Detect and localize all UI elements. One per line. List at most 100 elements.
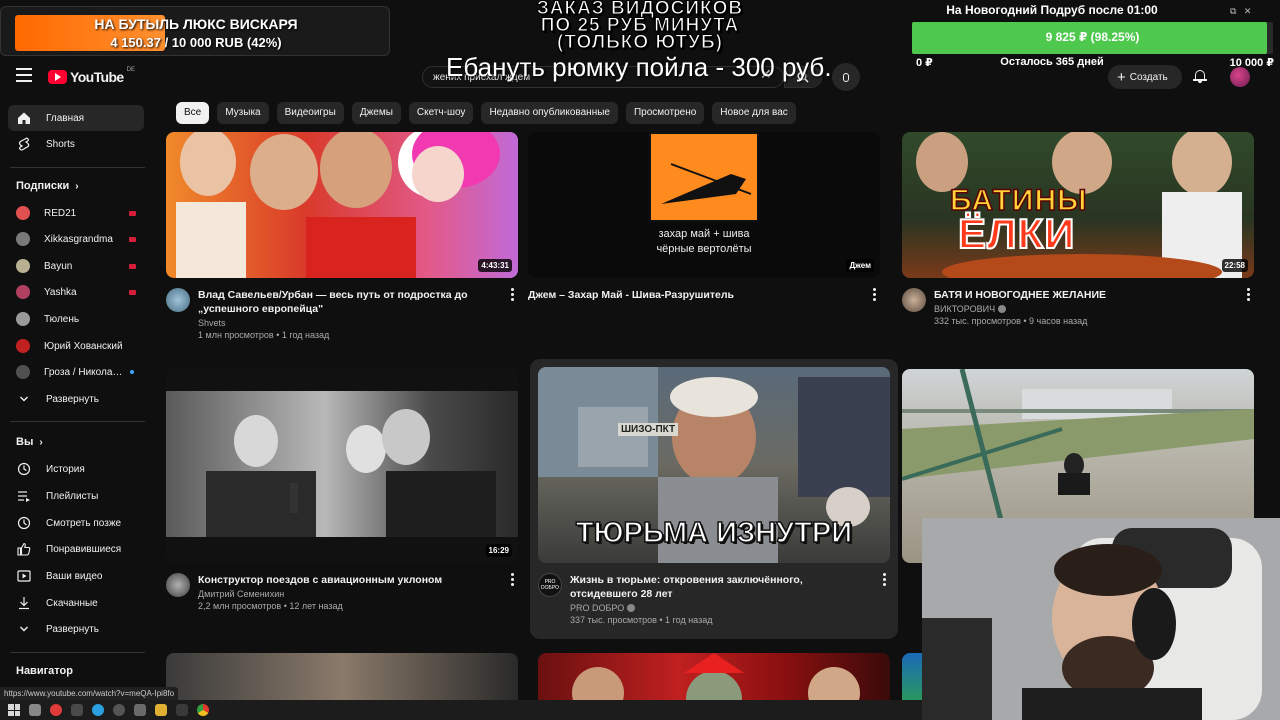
video-thumbnail[interactable]: БАТИНЫ ЁЛКИ 22:58: [902, 132, 1254, 278]
video-card[interactable]: захар май + шива чёрные вертолёты Джем Д…: [528, 132, 880, 302]
you-heading[interactable]: Вы ›: [16, 436, 43, 448]
video-card[interactable]: 4:43:31 Влад Савельев/Урбан — весь путь …: [166, 132, 518, 340]
sidebar-item-label: Юрий Хованский: [44, 340, 123, 352]
chip-new-to-you[interactable]: Новое для вас: [712, 102, 796, 124]
sidebar-item-history[interactable]: История: [8, 456, 144, 482]
navigator-title: Навигатор: [16, 665, 73, 677]
channel-name[interactable]: Дмитрий Семенихин: [198, 589, 518, 599]
video-card[interactable]: БАТИНЫ ЁЛКИ 22:58 БАТЯ И НОВОГОДНЕЕ ЖЕЛА…: [902, 132, 1254, 326]
link-status-url: https://www.youtube.com/watch?v=meQA-Ipi…: [0, 687, 179, 701]
video-title[interactable]: Конструктор поездов с авиационным уклоно…: [198, 573, 518, 587]
channel-avatar[interactable]: [166, 288, 190, 312]
sidebar-you-expand[interactable]: Развернуть: [8, 616, 144, 642]
sidebar-sub-khovansky[interactable]: Юрий Хованский: [8, 333, 144, 359]
video-thumbnail[interactable]: ШИЗО-ПКТ ТЮРЬМА ИЗНУТРИ: [538, 367, 890, 563]
channel-avatar[interactable]: [166, 573, 190, 597]
video-card[interactable]: ШИЗО-ПКТ ТЮРЬМА ИЗНУТРИ PRO DOБРО Жизнь …: [538, 367, 890, 625]
windows-start-icon[interactable]: [8, 704, 20, 716]
sidebar-item-label: Понравившиеся: [46, 543, 122, 555]
goal-progress-track: 9 825 ₽ (98.25%): [912, 22, 1273, 54]
sidebar-sub-yashka[interactable]: Yashka: [8, 279, 144, 305]
download-icon: [16, 595, 32, 611]
video-thumbnail-partial[interactable]: [538, 653, 890, 703]
duration-badge: 22:58: [1221, 259, 1248, 272]
sidebar-item-downloads[interactable]: Скачанные: [8, 590, 144, 616]
sidebar-sub-groza[interactable]: Гроза / Никола…: [8, 359, 144, 385]
menu-icon[interactable]: [16, 68, 32, 82]
sidebar-item-label: RED21: [44, 207, 77, 219]
sidebar-item-playlists[interactable]: Плейлисты: [8, 483, 144, 509]
sidebar-item-label: Развернуть: [46, 623, 100, 635]
goal-amount: 9 825 ₽ (98.25%): [1045, 30, 1140, 44]
sidebar-item-label: Ваши видео: [46, 570, 103, 582]
sidebar-sub-bayun[interactable]: Bayun: [8, 253, 144, 279]
sidebar-item-home[interactable]: Главная: [8, 105, 144, 131]
goal-time-left: Осталось 365 дней: [1000, 56, 1104, 68]
sidebar-item-label: Гроза / Никола…: [44, 366, 123, 378]
video-thumbnail[interactable]: захар май + шива чёрные вертолёты Джем: [528, 132, 880, 278]
sidebar-item-watch-later[interactable]: Смотреть позже: [8, 510, 144, 536]
app-icon[interactable]: [113, 704, 125, 716]
video-thumbnail-partial[interactable]: [166, 653, 518, 703]
youtube-play-icon: [48, 70, 67, 84]
app-icon[interactable]: [134, 704, 146, 716]
more-actions-icon[interactable]: [872, 288, 876, 301]
thumbnail-caption-1: захар май + шива: [658, 228, 750, 240]
voice-search-button[interactable]: [832, 63, 860, 91]
sidebar-item-label: Главная: [46, 112, 85, 124]
file-explorer-icon[interactable]: [155, 704, 167, 716]
thumbnail-caption-2: чёрные вертолёты: [656, 243, 752, 255]
video-title[interactable]: Жизнь в тюрьме: откровения заключённого,…: [570, 573, 890, 601]
chip-video-games[interactable]: Видеоигры: [276, 102, 344, 124]
channel-name[interactable]: Shvets: [198, 318, 518, 328]
chrome-icon[interactable]: [197, 704, 209, 716]
your-videos-icon: [16, 568, 32, 584]
video-thumbnail[interactable]: 16:29: [166, 367, 518, 563]
chip-music[interactable]: Музыка: [217, 102, 269, 124]
video-title[interactable]: БАТЯ И НОВОГОДНЕЕ ЖЕЛАНИЕ: [934, 288, 1254, 302]
video-title[interactable]: Джем – Захар Май - Шива-Разрушитель: [528, 288, 880, 302]
subscription-goal-widget: На Новогодний Подруб после 01:00 ⧉ ✕ 9 8…: [912, 0, 1280, 72]
more-actions-icon[interactable]: [1246, 288, 1250, 301]
chip-jams[interactable]: Джемы: [351, 102, 401, 124]
youtube-logo[interactable]: YouTube DE: [48, 67, 135, 85]
app-icon[interactable]: [29, 704, 41, 716]
subscriptions-heading[interactable]: Подписки ›: [16, 180, 79, 192]
sidebar-item-your-videos[interactable]: Ваши видео: [8, 563, 144, 589]
sidebar-sub-red21[interactable]: RED21: [8, 200, 144, 226]
sidebar-divider: [10, 167, 145, 168]
chip-all[interactable]: Все: [176, 102, 210, 124]
channel-name[interactable]: PRO DOБРО: [570, 603, 890, 613]
channel-name[interactable]: ВИКТОРОВИЧ: [934, 304, 1254, 314]
telegram-icon[interactable]: [92, 704, 104, 716]
yandex-browser-icon[interactable]: [50, 704, 62, 716]
video-card[interactable]: 16:29 Конструктор поездов с авиационным …: [166, 367, 518, 611]
sidebar-sub-xikkasgrandma[interactable]: Xikkasgrandma: [8, 226, 144, 252]
channel-avatar[interactable]: [902, 288, 926, 312]
more-actions-icon[interactable]: [510, 573, 514, 586]
webcam-scene: [922, 518, 1280, 720]
app-icon[interactable]: [71, 704, 83, 716]
video-thumbnail[interactable]: 4:43:31: [166, 132, 518, 278]
chip-recently-uploaded[interactable]: Недавно опубликованные: [481, 102, 618, 124]
watch-later-icon: [16, 515, 32, 531]
channel-avatar: [16, 206, 30, 220]
channel-avatar[interactable]: PRO DOБРО: [538, 573, 562, 597]
video-thumbnail-partial[interactable]: [902, 653, 922, 703]
video-meta: 332 тыс. просмотров • 9 часов назад: [934, 316, 1088, 326]
sidebar-sub-tyulen[interactable]: Тюлень: [8, 306, 144, 332]
more-actions-icon[interactable]: [510, 288, 514, 301]
thumbnail-title: ТЮРЬМА ИЗНУТРИ: [575, 516, 853, 550]
history-icon: [16, 461, 32, 477]
thumbnail-title-2: ЁЛКИ: [957, 209, 1076, 258]
channel-avatar: [16, 312, 30, 326]
chip-watched[interactable]: Просмотрено: [625, 102, 705, 124]
window-controls-icon: ⧉ ✕: [1230, 6, 1252, 16]
more-actions-icon[interactable]: [882, 573, 886, 586]
video-title[interactable]: Влад Савельев/Урбан — весь путь от подро…: [198, 288, 518, 316]
sidebar-item-liked[interactable]: Понравившиеся: [8, 536, 144, 562]
sidebar-subs-expand[interactable]: Развернуть: [8, 386, 144, 412]
chip-sketch-show[interactable]: Скетч-шоу: [408, 102, 474, 124]
sidebar-item-shorts[interactable]: Shorts: [8, 131, 144, 157]
app-icon[interactable]: [176, 704, 188, 716]
